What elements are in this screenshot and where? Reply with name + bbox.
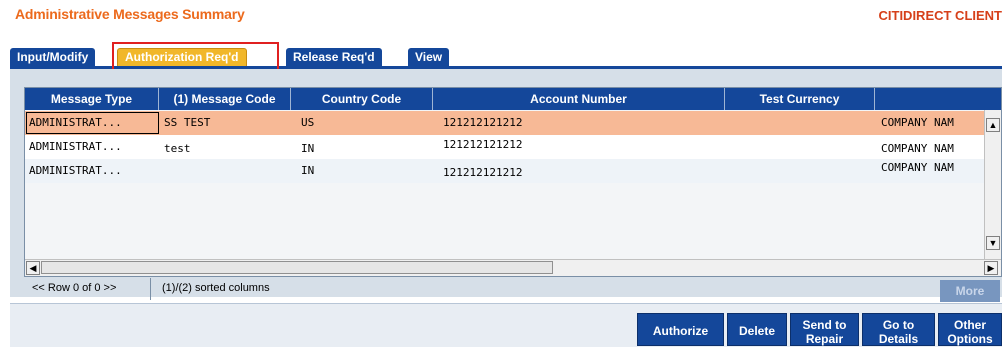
send-to-repair-label-2: Repair [791, 332, 858, 346]
more-button[interactable]: More [940, 280, 1000, 302]
cell-message-type: ADMINISTRAT... [29, 111, 157, 135]
horizontal-scrollbar[interactable]: ◀ ▶ [25, 259, 1001, 276]
go-to-details-button[interactable]: Go to Details [862, 313, 935, 346]
go-to-details-label-1: Go to [863, 318, 934, 332]
cell-message-code: SS TEST [164, 111, 290, 135]
col-country-code[interactable]: Country Code [291, 88, 433, 110]
cell-message-type: ADMINISTRAT... [29, 135, 157, 159]
col-test-currency[interactable]: Test Currency [725, 88, 875, 110]
cell-extra: COMPANY NAM [881, 156, 987, 180]
vertical-scrollbar[interactable]: ▲ ▼ [984, 110, 1001, 260]
grid-header: Message Type (1) Message Code Country Co… [25, 88, 1001, 110]
cell-country-code: US [301, 111, 431, 135]
authorize-button[interactable]: Authorize [637, 313, 724, 346]
other-options-button[interactable]: Other Options [938, 313, 1002, 346]
other-options-label-2: Options [939, 332, 1001, 346]
go-to-details-label-2: Details [863, 332, 934, 346]
other-options-label-1: Other [939, 318, 1001, 332]
footer-divider [150, 278, 151, 300]
cell-extra: COMPANY NAM [881, 111, 987, 135]
tab-view[interactable]: View [408, 48, 449, 66]
client-name: CITIDIRECT CLIENT [879, 8, 1002, 23]
cell-test-currency [730, 159, 870, 183]
page-title: Administrative Messages Summary [15, 6, 245, 22]
cell-account-number: 121212121212 [443, 133, 723, 157]
tab-input-modify[interactable]: Input/Modify [10, 48, 95, 66]
scroll-right-icon[interactable]: ▶ [984, 261, 998, 275]
table-row[interactable]: ADMINISTRAT... SS TEST US 121212121212 C… [25, 111, 1001, 135]
cell-country-code: IN [301, 159, 431, 183]
cell-message-code: test [164, 137, 290, 161]
scroll-up-icon[interactable]: ▲ [986, 118, 1000, 132]
cell-account-number: 121212121212 [443, 111, 723, 135]
send-to-repair-label-1: Send to [791, 318, 858, 332]
scroll-down-icon[interactable]: ▼ [986, 236, 1000, 250]
cell-country-code: IN [301, 137, 431, 161]
cell-test-currency [730, 111, 870, 135]
cell-account-number: 121212121212 [443, 161, 723, 185]
cell-message-code [164, 159, 290, 183]
tab-release-reqd[interactable]: Release Req'd [286, 48, 382, 66]
delete-button[interactable]: Delete [727, 313, 787, 346]
col-account-number[interactable]: Account Number [433, 88, 725, 110]
col-extra[interactable] [875, 88, 1002, 110]
scroll-thumb[interactable] [41, 261, 553, 274]
send-to-repair-button[interactable]: Send to Repair [790, 313, 859, 346]
col-message-type[interactable]: Message Type [25, 88, 159, 110]
table-row[interactable]: ADMINISTRAT... IN 121212121212 COMPANY N… [25, 159, 1001, 183]
table-row[interactable]: ADMINISTRAT... test IN 121212121212 COMP… [25, 135, 1001, 159]
messages-grid: Message Type (1) Message Code Country Co… [24, 87, 1002, 277]
sorted-columns-label: (1)/(2) sorted columns [162, 282, 270, 294]
grid-footer: << Row 0 of 0 >> (1)/(2) sorted columns [24, 278, 1002, 300]
row-navigator[interactable]: << Row 0 of 0 >> [32, 282, 116, 294]
scroll-left-icon[interactable]: ◀ [26, 261, 40, 275]
col-message-code[interactable]: (1) Message Code [159, 88, 291, 110]
cell-message-type: ADMINISTRAT... [29, 159, 157, 183]
cell-test-currency [730, 135, 870, 159]
